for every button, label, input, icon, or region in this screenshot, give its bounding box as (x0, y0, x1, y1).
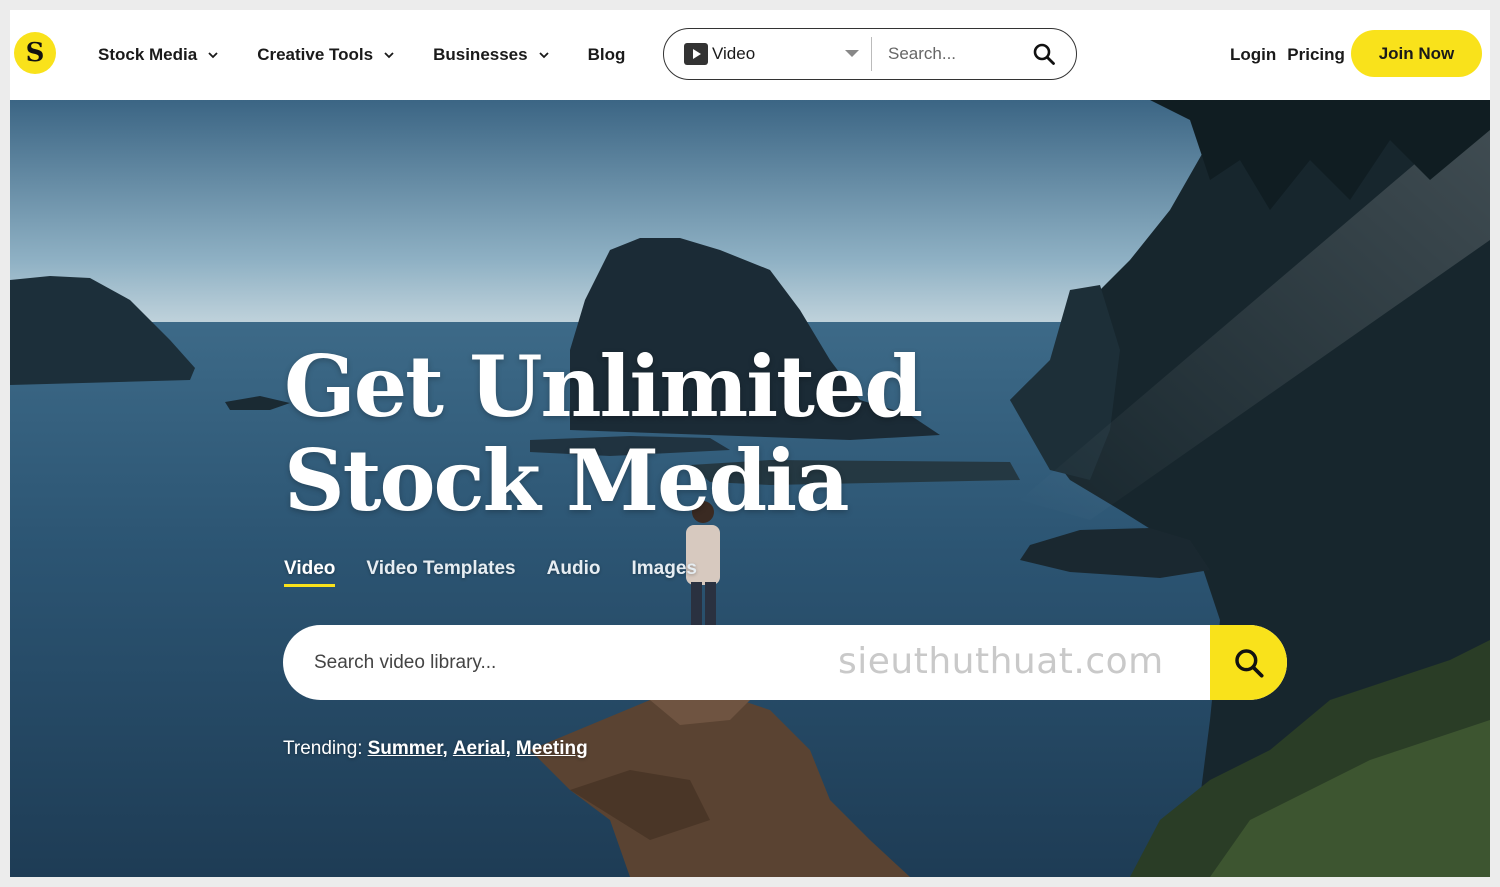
caret-down-icon (845, 50, 859, 57)
top-header: S Stock Media Creative Tools Businesses … (10, 10, 1490, 100)
hero-search-input[interactable] (314, 651, 814, 674)
watermark-text: sieuthuthuat.com (838, 641, 1164, 682)
tab-audio[interactable]: Audio (547, 558, 601, 587)
login-link[interactable]: Login (1230, 45, 1276, 65)
header-search-input[interactable] (888, 44, 1028, 64)
trending-link-summer[interactable]: Summer, (368, 738, 448, 760)
chevron-down-icon (208, 52, 218, 59)
search-icon (1234, 648, 1264, 678)
play-icon (684, 43, 708, 65)
nav-label: Stock Media (98, 45, 198, 64)
main-nav: Stock Media Creative Tools Businesses Bl… (98, 10, 663, 100)
chevron-down-icon (538, 52, 549, 59)
tab-video[interactable]: Video (284, 558, 336, 587)
header-links: Login Pricing (1230, 10, 1356, 100)
hero-search-button[interactable] (1210, 625, 1287, 700)
search-icon[interactable] (1032, 42, 1056, 66)
headline-line-1: Get Unlimited (284, 337, 923, 436)
nav-label: Creative Tools (257, 45, 374, 64)
tab-video-templates[interactable]: Video Templates (366, 558, 515, 587)
logo-letter: S (25, 38, 45, 68)
nav-label: Businesses (433, 45, 528, 64)
hero-headline: Get Unlimited Stock Media (284, 337, 923, 530)
trending-label: Trending: (283, 738, 363, 759)
nav-blog[interactable]: Blog (588, 45, 626, 65)
pricing-link[interactable]: Pricing (1287, 45, 1345, 65)
page-frame: S Stock Media Creative Tools Businesses … (10, 10, 1490, 877)
hero-section: Get Unlimited Stock Media Video Video Te… (10, 100, 1490, 877)
hero-search-bar: sieuthuthuat.com (283, 625, 1287, 700)
header-search: Video (663, 28, 1077, 80)
headline-line-2: Stock Media (284, 431, 850, 530)
nav-label: Blog (587, 45, 626, 64)
nav-creative-tools[interactable]: Creative Tools (257, 45, 395, 65)
trending-link-aerial[interactable]: Aerial, (453, 738, 511, 760)
trending-link-meeting[interactable]: Meeting (516, 738, 588, 760)
chevron-down-icon (384, 52, 394, 59)
logo[interactable]: S (14, 32, 56, 74)
media-tabs: Video Video Templates Audio Images (284, 558, 728, 587)
media-type-value: Video (712, 44, 756, 63)
tab-images[interactable]: Images (631, 558, 696, 587)
nav-businesses[interactable]: Businesses (433, 45, 550, 65)
join-now-button[interactable]: Join Now (1351, 30, 1482, 77)
nav-stock-media[interactable]: Stock Media (98, 45, 219, 65)
media-type-select[interactable]: Video (664, 37, 872, 71)
trending-row: Trending: Summer, Aerial, Meeting (283, 738, 588, 760)
